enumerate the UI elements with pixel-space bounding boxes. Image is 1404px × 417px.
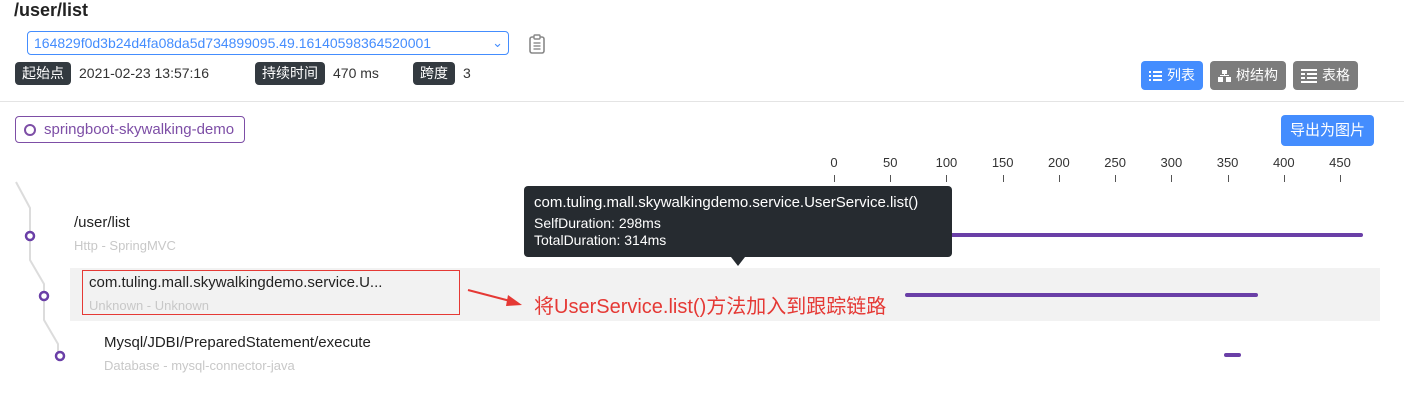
tree-view-label: 树结构 bbox=[1236, 67, 1278, 83]
axis-tick-label: 250 bbox=[1104, 155, 1126, 170]
list-view-label: 列表 bbox=[1167, 67, 1195, 83]
axis-tick-mark bbox=[834, 175, 835, 182]
trace-id-select[interactable]: 164829f0d3b24d4fa08da5d734899095.49.1614… bbox=[27, 31, 509, 55]
span-tree-lines bbox=[15, 181, 66, 362]
span-1-sub: Http - SpringMVC bbox=[74, 238, 176, 253]
service-tag[interactable]: springboot-skywalking-demo bbox=[15, 116, 246, 143]
tooltip-title: com.tuling.mall.skywalkingdemo.service.U… bbox=[534, 194, 919, 211]
annotation-text: 将UserService.list()方法加入到跟踪链路 bbox=[534, 296, 887, 318]
axis-tick-mark bbox=[1171, 175, 1173, 182]
tree-connector bbox=[43, 296, 59, 356]
axis-tick-mark bbox=[1283, 175, 1285, 182]
span-2-bar[interactable] bbox=[904, 293, 1258, 297]
tree-connector bbox=[15, 181, 31, 236]
axis-tick-mark bbox=[1058, 175, 1060, 182]
list-view-button[interactable]: 列表 bbox=[1141, 61, 1203, 90]
axis-tick-label: 150 bbox=[991, 155, 1014, 170]
axis-tick-label: 450 bbox=[1329, 155, 1351, 170]
axis-tick-mark bbox=[1340, 175, 1342, 182]
span-1-name[interactable]: /user/list bbox=[74, 214, 130, 231]
axis-tick-mark bbox=[946, 175, 948, 182]
span-tooltip: com.tuling.mall.skywalkingdemo.service.U… bbox=[524, 186, 952, 257]
meta-start: 起始点 2021-02-23 13:57:16 bbox=[15, 61, 209, 85]
span-node-3 bbox=[54, 350, 66, 362]
start-value: 2021-02-23 13:57:16 bbox=[79, 65, 209, 81]
axis-tick-label: 350 bbox=[1216, 155, 1239, 170]
axis-tick-mark bbox=[1002, 175, 1004, 182]
tooltip-self-duration: SelfDuration: 298ms bbox=[534, 215, 661, 231]
table-view-label: 表格 bbox=[1322, 67, 1350, 83]
tree-view-button[interactable]: 树结构 bbox=[1210, 61, 1286, 90]
table-view-button[interactable]: 表格 bbox=[1293, 61, 1358, 90]
page-title: /user/list bbox=[14, 0, 89, 20]
span-value: 3 bbox=[463, 65, 471, 81]
span-3-bar[interactable] bbox=[1224, 353, 1242, 357]
span-3-name[interactable]: Mysql/JDBI/PreparedStatement/execute bbox=[104, 334, 371, 351]
view-switcher: 列表 树结构 表格 bbox=[1141, 61, 1358, 90]
axis-tick-mark bbox=[1115, 175, 1117, 182]
annotation-highlight-box bbox=[82, 270, 460, 315]
circle-icon bbox=[24, 123, 36, 136]
axis-tick-mark bbox=[1227, 175, 1229, 182]
annotation-arrow-icon bbox=[467, 289, 522, 306]
axis-tick-label: 50 bbox=[882, 155, 898, 170]
list-icon bbox=[1149, 70, 1162, 81]
axis-tick-label: 100 bbox=[935, 155, 958, 170]
service-tag-label: springboot-skywalking-demo bbox=[44, 121, 235, 138]
axis-tick-label: 0 bbox=[830, 155, 838, 170]
chevron-down-icon: ⌄ bbox=[492, 35, 503, 50]
table-icon bbox=[1301, 68, 1317, 83]
header-divider bbox=[0, 101, 1404, 102]
tree-icon bbox=[1218, 69, 1231, 82]
span-3-sub: Database - mysql-connector-java bbox=[104, 358, 295, 373]
axis-tick-mark bbox=[890, 175, 892, 182]
time-axis: 0 50 100 150 200 250 300 350 400 450 bbox=[0, 155, 1404, 185]
tree-connector bbox=[29, 236, 45, 296]
meta-duration: 持续时间 470 ms bbox=[255, 61, 379, 85]
axis-tick-label: 400 bbox=[1272, 155, 1295, 170]
axis-tick-label: 200 bbox=[1048, 155, 1070, 170]
tooltip-arrow bbox=[731, 257, 745, 266]
duration-label: 持续时间 bbox=[255, 61, 325, 85]
trace-id-value: 164829f0d3b24d4fa08da5d734899095.49.1614… bbox=[34, 35, 432, 51]
span-node-1 bbox=[24, 230, 36, 242]
span-node-2 bbox=[38, 290, 50, 302]
tooltip-total-duration: TotalDuration: 314ms bbox=[534, 232, 667, 248]
start-label: 起始点 bbox=[15, 61, 71, 85]
axis-tick-label: 300 bbox=[1160, 155, 1183, 170]
export-image-button[interactable]: 导出为图片 bbox=[1281, 115, 1375, 146]
meta-span: 跨度 3 bbox=[413, 61, 471, 85]
span-label: 跨度 bbox=[413, 61, 455, 85]
duration-value: 470 ms bbox=[333, 65, 379, 81]
clipboard-icon[interactable] bbox=[528, 34, 546, 54]
